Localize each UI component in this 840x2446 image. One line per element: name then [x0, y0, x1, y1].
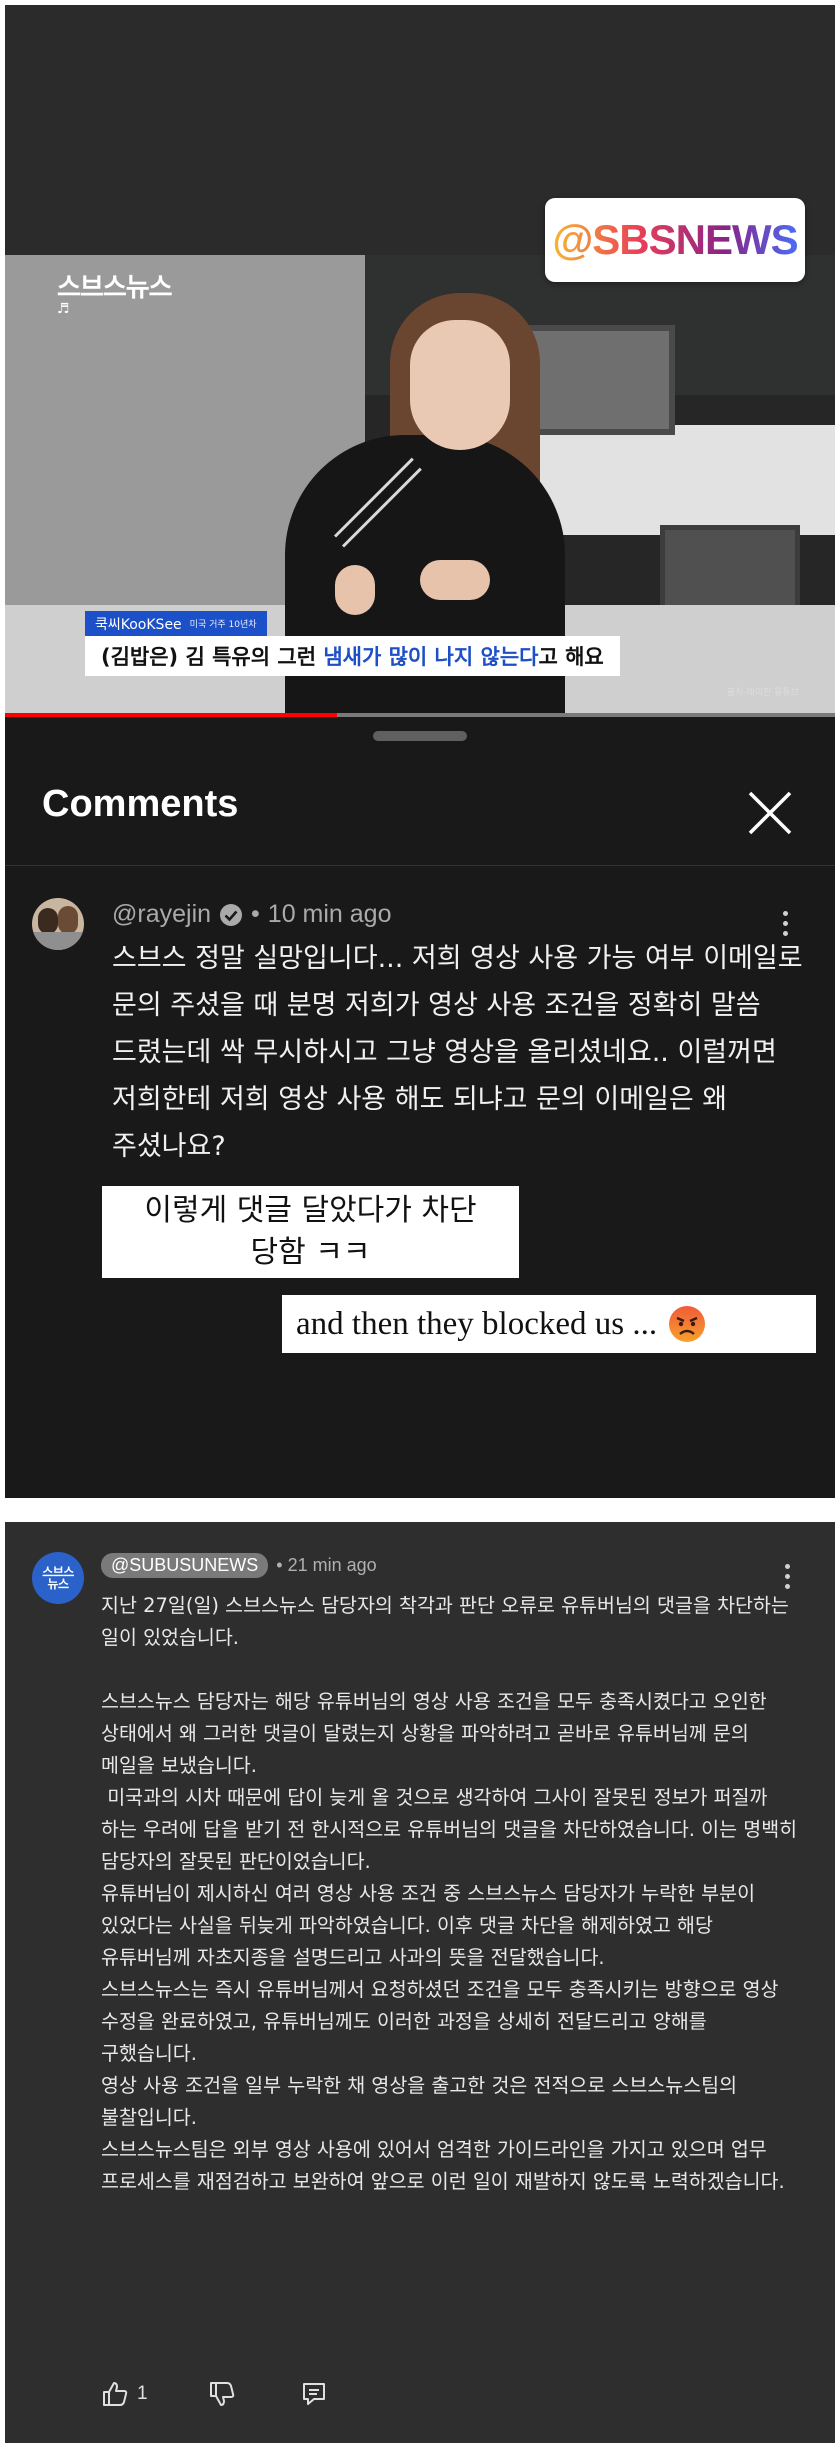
comment-meta: @rayejin • 10 min ago	[112, 900, 392, 929]
avatar[interactable]	[32, 898, 84, 950]
close-button[interactable]	[742, 785, 798, 841]
subtitle-suffix: 고 해요	[538, 645, 604, 669]
comment-text: 스브스 정말 실망입니다... 저희 영상 사용 가능 여부 이메일로 문의 주…	[112, 943, 803, 1162]
video-source-label: 출처 레이진 유튜브	[727, 688, 799, 698]
video-person-face	[410, 320, 510, 450]
comment-time: • 21 min ago	[276, 1555, 376, 1576]
video-player[interactable]: 스브스뉴스 ♬ @SBSNEWS 쿡씨KooKSee 미국 거주 10년차 (김…	[5, 5, 835, 717]
comment-meta: @SUBUSUNEWS • 21 min ago	[101, 1553, 377, 1578]
comments-screenshot-top: 스브스뉴스 ♬ @SBSNEWS 쿡씨KooKSee 미국 거주 10년차 (김…	[5, 5, 835, 1498]
comment-paragraph: 스브스뉴스는 즉시 유튜버님께서 요청하셨던 조건을 모두 충족시키는 방향으로…	[101, 1978, 779, 2065]
caption-overlay-korean: 이렇게 댓글 달았다가 차단 당함 ㅋㅋ	[102, 1186, 519, 1278]
like-button[interactable]: 1	[101, 2380, 148, 2408]
speaker-name-tag: 쿡씨KooKSee 미국 거주 10년차	[85, 611, 267, 636]
video-person-hand	[420, 560, 490, 600]
avatar-background	[32, 932, 84, 950]
comment-paragraph: 스브스뉴스팀은 외부 영상 사용에 있어서 엄격한 가이드라인을 가지고 있으며…	[101, 2138, 785, 2193]
channel-logo: 스브스뉴스	[57, 273, 173, 303]
video-person-hand	[335, 565, 375, 615]
close-icon	[748, 791, 792, 835]
instagram-tag-label: @SBSNEWS	[552, 216, 798, 263]
caption-overlay-english: and then they blocked us ...	[282, 1295, 816, 1353]
comment-author-badge[interactable]: @SUBUSUNEWS	[101, 1553, 269, 1578]
caption-line: 이렇게 댓글 달았다가 차단	[144, 1193, 477, 1228]
avatar-person	[58, 906, 78, 934]
more-dots-icon	[782, 921, 788, 926]
sheet-drag-handle[interactable]	[373, 731, 467, 741]
comment-time: 10 min ago	[267, 900, 392, 928]
comment-paragraph: 유튜버님이 제시하신 여러 영상 사용 조건 중 스브스뉴스 담당자가 누락한 …	[101, 1882, 756, 1969]
more-dots-icon	[784, 1584, 790, 1589]
avatar-logo-text: 스브스 뉴스	[42, 1566, 74, 1590]
verified-check-icon	[220, 903, 243, 926]
meta-separator: •	[251, 900, 260, 928]
like-count: 1	[137, 2383, 148, 2404]
speaker-subtitle: 미국 거주 10년차	[189, 620, 257, 630]
video-subtitle: (김밥은) 김 특유의 그런 냄새가 많이 나지 않는다 고 해요	[85, 636, 620, 676]
thumbs-up-icon	[103, 2382, 128, 2406]
comments-screenshot-bottom: 스브스 뉴스 @SUBUSUNEWS • 21 min ago 지난 27일(일…	[5, 1522, 835, 2443]
video-progress-bar[interactable]	[5, 713, 835, 717]
comment-paragraph: 스브스뉴스 담당자는 해당 유튜버님의 영상 사용 조건을 모두 충족시켰다고 …	[101, 1690, 767, 1777]
more-dots-icon	[782, 911, 788, 916]
comment-actions: 1	[101, 2380, 328, 2408]
comment-time-value: 21 min ago	[287, 1555, 377, 1575]
more-dots-icon	[784, 1564, 790, 1569]
music-note-icon: ♬	[57, 301, 70, 317]
comment-paragraph: 미국과의 시차 때문에 답이 늦게 올 것으로 생각하여 그사이 잘못된 정보가…	[101, 1786, 804, 1873]
avatar[interactable]: 스브스 뉴스	[32, 1552, 84, 1604]
caption-english-text: and then they blocked us ...	[296, 1305, 658, 1342]
reply-button[interactable]	[300, 2380, 328, 2408]
comment-paragraph: 지난 27일(일) 스브스뉴스 담당자의 착각과 판단 오류로 유튜버님의 댓글…	[101, 1594, 789, 1649]
reply-icon	[302, 2383, 325, 2405]
instagram-tag: @SBSNEWS	[545, 198, 805, 282]
meta-separator: •	[276, 1555, 283, 1575]
comment-paragraph: 영상 사용 조건을 일부 누락한 채 영상을 출고한 것은 전적으로 스브스뉴스…	[101, 2074, 738, 2129]
speaker-name: 쿡씨KooKSee	[95, 616, 182, 633]
dislike-button[interactable]	[208, 2380, 236, 2408]
comments-title: Comments	[42, 783, 239, 825]
more-dots-icon	[784, 1574, 790, 1579]
subtitle-highlight: 냄새가 많이 나지 않는다	[323, 645, 539, 669]
video-progress-fill	[5, 713, 337, 717]
avatar-person	[38, 908, 58, 934]
caption-line: 당함 ㅋㅋ	[250, 1235, 371, 1270]
thumbs-down-icon	[209, 2382, 234, 2406]
video-scene-tiles	[525, 425, 835, 535]
comment-text: 지난 27일(일) 스브스뉴스 담당자의 착각과 판단 오류로 유튜버님의 댓글…	[101, 1590, 801, 2198]
angry-face-icon	[669, 1306, 706, 1342]
subtitle-prefix: (김밥은) 김 특유의 그런	[101, 645, 324, 669]
comment-author[interactable]: @rayejin	[112, 900, 211, 929]
divider	[5, 865, 835, 866]
avatar-logo-line: 뉴스	[47, 1577, 69, 1591]
